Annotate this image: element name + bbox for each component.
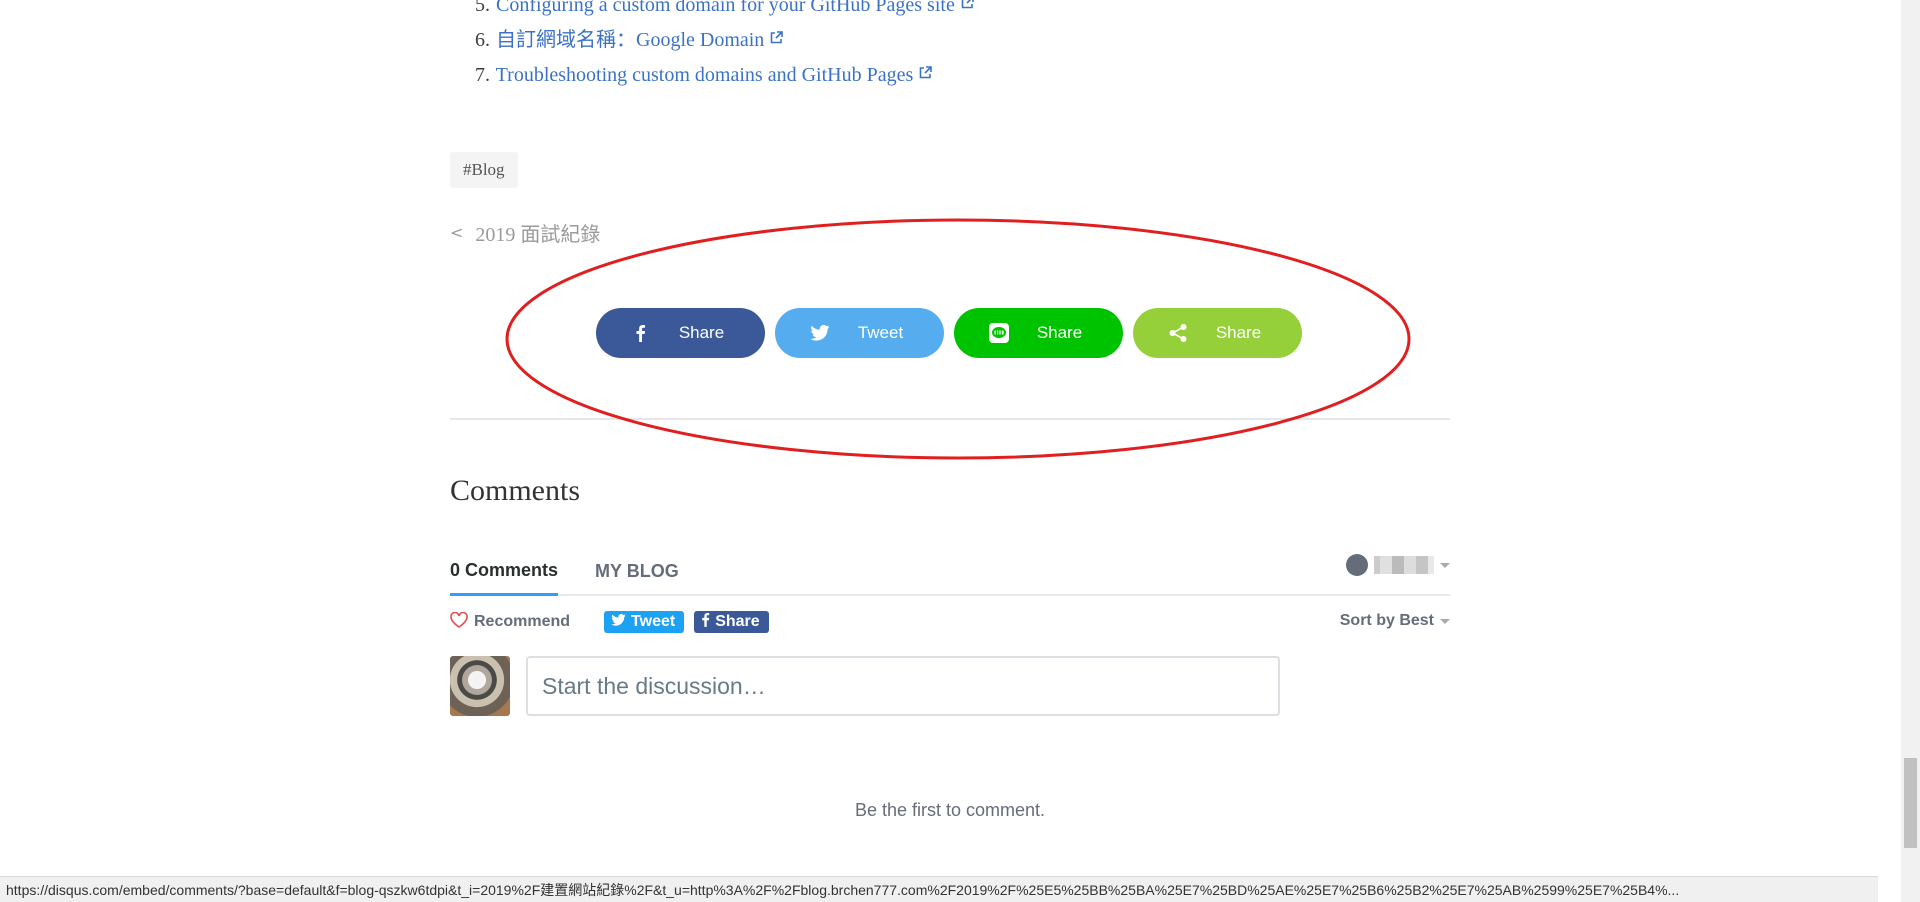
recommend-label: Recommend <box>474 613 571 630</box>
share-buttons: Share Tweet Share Share <box>596 308 1302 358</box>
sort-dropdown[interactable]: Sort by Best <box>1340 612 1450 630</box>
external-link-icon <box>770 21 784 56</box>
twitter-tweet-button[interactable]: Tweet <box>775 308 944 358</box>
tab-my-blog[interactable]: MY BLOG <box>595 555 679 594</box>
scrollbar-thumb[interactable] <box>1904 758 1917 848</box>
disqus-tweet-button[interactable]: Tweet <box>604 611 685 633</box>
list-number: 5. <box>475 0 490 16</box>
disqus-tabs: 0 Comments MY BLOG <box>450 548 1450 596</box>
share-button-label: Share <box>1215 323 1262 342</box>
share-icon <box>1168 323 1188 343</box>
section-divider <box>450 418 1450 420</box>
prev-post-title: 2019 面試紀錄 <box>475 224 601 246</box>
disqus-actions: Recommend Tweet Share Sort by Best <box>450 596 1450 648</box>
line-share-button[interactable]: Share <box>954 308 1123 358</box>
facebook-icon <box>631 323 651 343</box>
list-number: 6. <box>475 29 490 51</box>
reference-link[interactable]: Configuring a custom domain for your Git… <box>496 0 955 16</box>
twitter-icon <box>611 613 626 631</box>
reference-item: 5. Configuring a custom domain for your … <box>450 0 974 23</box>
recommend-button[interactable]: Recommend <box>450 611 571 633</box>
share-label: Share <box>715 613 760 630</box>
user-menu[interactable] <box>1346 554 1450 576</box>
chevron-down-icon <box>1440 562 1450 568</box>
twitter-icon <box>810 323 830 343</box>
chevron-left-icon: < <box>450 223 464 242</box>
share-button-label: Tweet <box>857 323 904 342</box>
list-number: 7. <box>475 64 490 86</box>
external-link-icon <box>961 0 974 21</box>
share-button-label: Share <box>1036 323 1083 342</box>
prev-post-link[interactable]: < 2019 面試紀錄 <box>450 218 600 247</box>
reference-list: 5. Configuring a custom domain for your … <box>450 0 974 93</box>
share-button-label: Share <box>678 323 725 342</box>
external-link-icon <box>919 56 933 91</box>
article-content: 5. Configuring a custom domain for your … <box>450 0 1450 902</box>
user-avatar-icon <box>1346 554 1368 576</box>
blurred-username <box>1374 556 1434 574</box>
disqus-share-button[interactable]: Share <box>694 611 769 633</box>
line-icon <box>988 323 1009 343</box>
avatar <box>450 656 510 716</box>
reference-link[interactable]: 自訂網域名稱：Google Domain <box>496 29 764 51</box>
empty-comments-message: Be the first to comment. <box>854 800 1046 820</box>
tweet-label: Tweet <box>631 613 676 630</box>
tab-comments-count[interactable]: 0 Comments <box>450 554 559 596</box>
generic-share-button[interactable]: Share <box>1133 308 1302 358</box>
sort-label: Sort by Best <box>1339 612 1434 629</box>
reference-item: 7. Troubleshooting custom domains and Gi… <box>450 58 974 93</box>
disqus-thread: 0 Comments MY BLOG Recommend Tweet Share <box>450 548 1450 820</box>
vertical-scrollbar[interactable] <box>1901 0 1920 902</box>
chevron-down-icon <box>1440 618 1450 624</box>
comment-input[interactable]: Start the discussion… <box>526 656 1280 716</box>
comment-compose: Start the discussion… <box>450 656 1280 716</box>
reference-link[interactable]: Troubleshooting custom domains and GitHu… <box>496 64 914 86</box>
facebook-icon <box>701 612 710 632</box>
tag-blog[interactable]: #Blog <box>450 152 518 188</box>
status-bar-url: https://disqus.com/embed/comments/?base=… <box>0 876 1878 902</box>
heart-icon <box>450 611 468 633</box>
comments-heading: Comments <box>450 474 581 507</box>
facebook-share-button[interactable]: Share <box>596 308 765 358</box>
reference-item: 6. 自訂網域名稱：Google Domain <box>450 23 974 58</box>
